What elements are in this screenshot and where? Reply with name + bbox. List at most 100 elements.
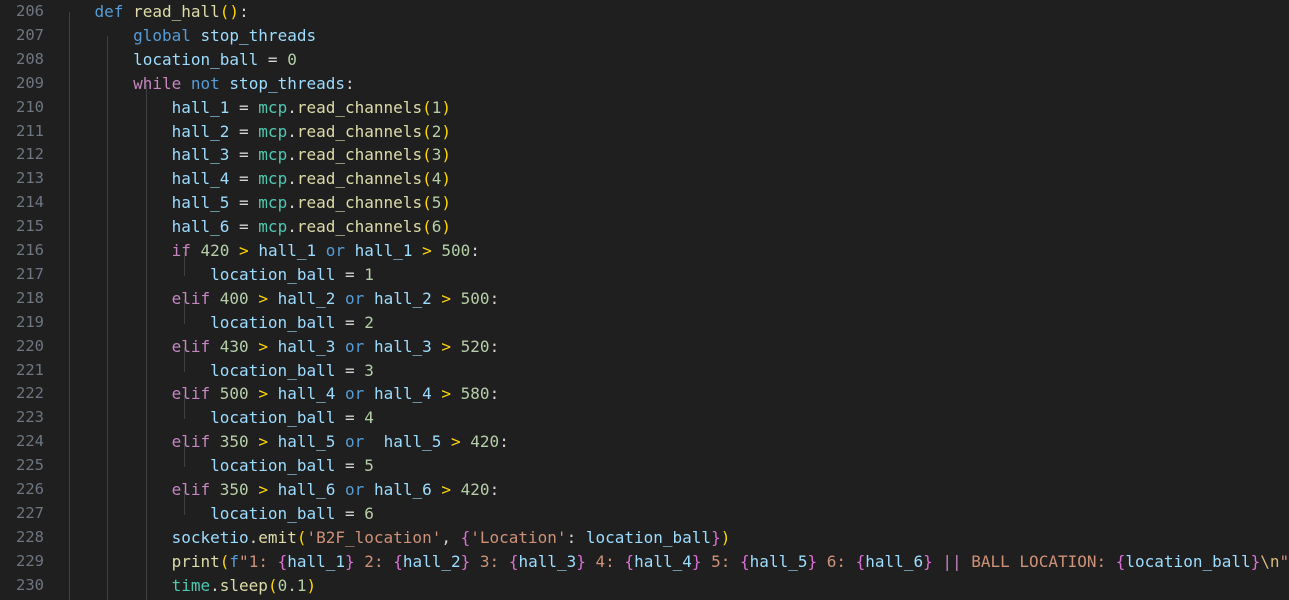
code-token: hall_6 xyxy=(865,551,924,571)
code-token: time xyxy=(171,575,211,595)
code-token: 1: xyxy=(248,551,278,571)
code-line[interactable]: time.sleep(0.1) xyxy=(56,574,317,598)
code-token: sleep xyxy=(219,575,268,595)
line-number: 225 xyxy=(16,456,44,475)
code-token: elif xyxy=(171,384,211,404)
line-number: 210 xyxy=(16,97,44,116)
code-token: : xyxy=(489,480,500,499)
code-line[interactable]: location_ball = 1 xyxy=(56,263,374,287)
code-line[interactable]: hall_4 = mcp.read_channels(4) xyxy=(56,167,451,191)
code-token: hall_3 xyxy=(171,145,230,165)
code-line[interactable]: def read_hall(): xyxy=(56,0,249,24)
code-line[interactable]: print(f"1: {hall_1} 2: {hall_2} 3: {hall… xyxy=(56,550,1289,574)
code-token: . xyxy=(287,217,297,237)
code-token: def xyxy=(94,2,124,21)
code-token: > xyxy=(441,336,452,356)
code-token: hall_4 xyxy=(171,169,230,189)
code-line[interactable]: elif 400 > hall_2 or hall_2 > 500: xyxy=(56,287,500,311)
code-token: 4: xyxy=(585,551,625,571)
code-token: hall_3 xyxy=(518,551,577,571)
code-line[interactable]: hall_2 = mcp.read_channels(2) xyxy=(56,120,451,144)
code-token: mcp xyxy=(258,121,288,141)
code-token: hall_5 xyxy=(749,551,808,571)
line-number: 215 xyxy=(16,217,44,236)
code-token: location_ball xyxy=(210,264,336,284)
code-token: = xyxy=(229,121,259,141)
code-token: 0 xyxy=(287,49,297,69)
code-token: location_ball xyxy=(133,49,259,69)
code-token: > xyxy=(258,288,268,308)
code-token: or xyxy=(345,480,365,499)
code-token: hall_2 xyxy=(171,121,230,141)
code-line[interactable]: hall_5 = mcp.read_channels(5) xyxy=(56,191,451,215)
code-editor[interactable]: 206 207 208 209 210 211 212 213 214 215 216 217 218 2… xyxy=(0,0,1289,600)
code-token: 1 xyxy=(431,97,442,117)
code-line[interactable]: while not stop_threads: xyxy=(56,72,355,96)
code-line[interactable]: elif 500 > hall_4 or hall_4 > 580: xyxy=(56,382,500,406)
code-token: hall_5 xyxy=(171,193,230,213)
code-line[interactable]: location_ball = 2 xyxy=(56,311,374,335)
code-token: = xyxy=(335,503,365,523)
code-token: = xyxy=(229,97,259,117)
code-line[interactable]: location_ball = 3 xyxy=(56,359,374,383)
code-token: > xyxy=(441,288,452,308)
code-token: > xyxy=(422,241,432,260)
code-line[interactable]: hall_6 = mcp.read_channels(6) xyxy=(56,215,451,239)
line-number: 209 xyxy=(16,73,44,92)
code-token: = xyxy=(335,456,365,476)
code-token: : xyxy=(489,384,500,404)
code-token: hall_6 xyxy=(171,217,230,237)
code-line[interactable]: elif 430 > hall_3 or hall_3 > 520: xyxy=(56,335,500,359)
code-line[interactable]: global stop_threads xyxy=(56,24,316,48)
code-line[interactable]: elif 350 > hall_6 or hall_6 > 420: xyxy=(56,478,500,502)
code-token: : xyxy=(499,432,509,452)
code-token: hall_4 xyxy=(373,384,432,404)
code-line[interactable]: elif 350 > hall_5 or hall_5 > 420: xyxy=(56,430,509,454)
code-token: : xyxy=(239,2,249,21)
code-token: { xyxy=(1115,551,1126,571)
code-line[interactable]: location_ball = 5 xyxy=(56,454,374,478)
code-line[interactable]: hall_1 = mcp.read_channels(1) xyxy=(56,96,451,120)
code-content-area[interactable]: def read_hall(): global stop_threads loc… xyxy=(56,0,1289,600)
code-line[interactable]: location_ball = 6 xyxy=(56,502,374,526)
code-line[interactable]: socketio.emit('B2F_location', {'Location… xyxy=(56,526,731,550)
code-token: 3 xyxy=(431,145,442,165)
line-number: 228 xyxy=(16,527,44,546)
code-token: location_ball xyxy=(210,312,336,332)
code-line[interactable]: location_ball = 4 xyxy=(56,406,374,430)
code-line[interactable]: if 420 > hall_1 or hall_1 > 500: xyxy=(56,239,480,263)
code-token: { xyxy=(508,551,519,571)
code-token: mcp xyxy=(258,169,288,189)
code-token: hall_4 xyxy=(277,384,336,404)
code-token: 500 xyxy=(441,241,471,260)
code-line[interactable]: location_ball = 0 xyxy=(56,48,297,72)
code-line[interactable]: hall_3 = mcp.read_channels(3) xyxy=(56,143,451,167)
line-number: 213 xyxy=(16,169,44,188)
code-token: hall_5 xyxy=(277,432,336,452)
line-number: 230 xyxy=(16,575,44,594)
code-token: 6 xyxy=(364,503,374,523)
